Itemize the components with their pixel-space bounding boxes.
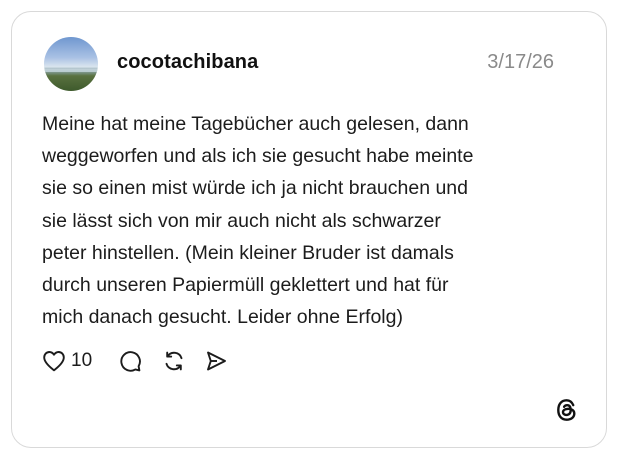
like-button[interactable]: 10: [42, 350, 118, 372]
reply-button[interactable]: [118, 349, 142, 373]
send-icon: [207, 351, 227, 371]
avatar-horizon: [44, 69, 98, 72]
post-text-line: sie so einen mist würde ich ja nicht bra…: [42, 177, 468, 200]
post-text-line: peter hinstellen. (Mein kleiner Bruder i…: [42, 241, 454, 264]
post-card: cocotachibana 3/17/26 Meine hat meine Ta…: [11, 11, 607, 448]
share-button[interactable]: [204, 349, 228, 373]
like-count: 10: [71, 350, 93, 371]
post-text: Meine hat meine Tagebücher auch gelesen,…: [42, 108, 562, 333]
post-text-line: sie lässt sich von mir auch nicht als sc…: [42, 209, 441, 232]
threads-logo-icon[interactable]: [554, 397, 580, 423]
comment-bubble-icon: [120, 351, 142, 372]
action-bar: 10: [42, 346, 228, 376]
heart-icon: [43, 351, 65, 372]
post-text-line: weggeworfen und als ich sie gesucht habe…: [42, 145, 474, 168]
post-date: 3/17/26: [487, 51, 554, 73]
post-text-line: durch unseren Papiermüll geklettert und …: [42, 274, 449, 297]
repost-button[interactable]: [162, 349, 186, 373]
username[interactable]: cocotachibana: [117, 51, 258, 74]
post-text-line: mich danach gesucht. Leider ohne Erfolg): [42, 306, 403, 329]
post-text-line: Meine hat meine Tagebücher auch gelesen,…: [42, 113, 469, 135]
repost-icon: [165, 351, 183, 371]
avatar[interactable]: [44, 37, 98, 91]
